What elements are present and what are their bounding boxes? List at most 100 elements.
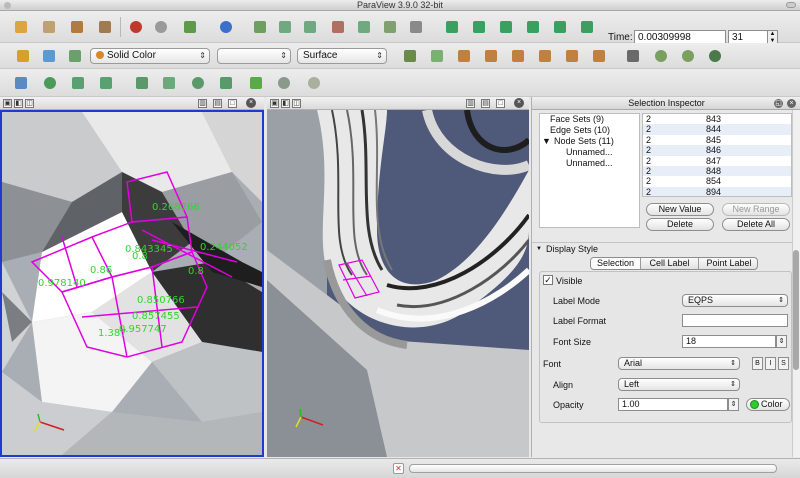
window-toolbar-toggle[interactable]	[786, 2, 796, 8]
render-canvas-left[interactable]: 0.268266 0.843345 0.244052 0.86 0.978140…	[2, 112, 262, 455]
opacity-input[interactable]: 1.00	[618, 398, 728, 411]
last-frame-icon[interactable]	[551, 18, 569, 36]
next-frame-icon[interactable]	[524, 18, 542, 36]
view-options-icon[interactable]: ▣	[3, 99, 12, 108]
group-datasets-icon[interactable]	[275, 74, 293, 92]
calculator-icon[interactable]	[12, 74, 30, 92]
tree-item[interactable]: Node Sets (11)	[554, 136, 614, 146]
close-view-button[interactable]: ×	[246, 98, 256, 108]
split-vertical-button[interactable]: ▤	[481, 99, 490, 108]
view-camera-icon[interactable]: ◧	[281, 99, 290, 108]
table-row[interactable]: 2 848	[643, 165, 791, 177]
color-by-select[interactable]: Solid Color ⇕	[90, 48, 210, 64]
label-mode-select[interactable]: EQPS ⇕	[682, 294, 788, 307]
selection-table[interactable]: 2 843 2 844 2 845 2 846 2 847 2 848 2 854 2 894	[642, 113, 792, 197]
rotation-center-icon[interactable]	[706, 47, 724, 65]
view-capture-icon[interactable]: ◫	[292, 99, 301, 108]
color-map-icon[interactable]	[14, 47, 32, 65]
slice-icon[interactable]	[97, 74, 115, 92]
redo-icon[interactable]	[152, 18, 170, 36]
table-row[interactable]: 2 846	[643, 145, 791, 156]
table-row[interactable]: 2 854	[643, 176, 791, 186]
delete-all-button[interactable]: Delete All	[722, 218, 790, 231]
abort-icon[interactable]: ✕	[393, 463, 404, 474]
load-state-icon[interactable]	[96, 18, 114, 36]
tree-item[interactable]: Unnamed...	[566, 147, 613, 157]
table-row[interactable]: 2 843	[643, 114, 791, 124]
pick-center-toggle-icon[interactable]	[679, 47, 697, 65]
save-state-icon[interactable]	[68, 18, 86, 36]
rescale-range-icon[interactable]	[66, 47, 84, 65]
table-row[interactable]: 2 894	[643, 186, 791, 196]
tree-expand-icon[interactable]: ▼	[542, 136, 551, 146]
font-size-input[interactable]: 18	[682, 335, 776, 348]
table-row[interactable]: 2 844	[643, 124, 791, 135]
camera-undo-icon[interactable]	[181, 18, 199, 36]
view-options-icon[interactable]: ▣	[270, 99, 279, 108]
table-row[interactable]: 2 845	[643, 135, 791, 145]
view-camera-icon[interactable]: ◧	[14, 99, 23, 108]
select-frustum-icon[interactable]	[329, 18, 347, 36]
select-cells-icon[interactable]	[276, 18, 294, 36]
tab-selection[interactable]: Selection	[591, 258, 641, 269]
italic-button[interactable]: I	[765, 357, 776, 370]
view-capture-icon[interactable]: ◫	[25, 99, 34, 108]
delete-button[interactable]: Delete	[646, 218, 714, 231]
contour-icon[interactable]	[41, 74, 59, 92]
undo-icon[interactable]	[127, 18, 145, 36]
clip-icon[interactable]	[69, 74, 87, 92]
view-plus-x-icon[interactable]	[455, 47, 473, 65]
view-minus-y-icon[interactable]	[536, 47, 554, 65]
maximize-view-button[interactable]: □	[496, 99, 505, 108]
select-block-icon[interactable]	[355, 18, 373, 36]
new-value-button[interactable]: New Value	[646, 203, 714, 216]
reset-center-icon[interactable]	[652, 47, 670, 65]
label-format-input[interactable]	[682, 314, 788, 327]
pick-center-icon[interactable]	[407, 18, 425, 36]
align-select[interactable]: Left ⇕	[618, 378, 740, 391]
new-range-button[interactable]: New Range	[722, 203, 790, 216]
warp-vector-icon[interactable]	[247, 74, 265, 92]
split-horizontal-button[interactable]: ▥	[466, 99, 475, 108]
view-minus-x-icon[interactable]	[482, 47, 500, 65]
tab-cell-label[interactable]: Cell Label	[641, 258, 699, 269]
stream-tracer-icon[interactable]	[217, 74, 235, 92]
tab-point-label[interactable]: Point Label	[699, 258, 757, 269]
close-view-button[interactable]: ×	[514, 98, 524, 108]
table-row[interactable]: 2 847	[643, 156, 791, 166]
threshold-icon[interactable]	[133, 74, 151, 92]
view-minus-z-icon[interactable]	[590, 47, 608, 65]
split-horizontal-button[interactable]: ▥	[198, 99, 207, 108]
view-plus-z-icon[interactable]	[563, 47, 581, 65]
opacity-spinner[interactable]: ⇕	[728, 398, 739, 411]
loop-icon[interactable]	[578, 18, 596, 36]
save-data-icon[interactable]	[40, 18, 58, 36]
panel-float-button[interactable]: ◱	[774, 99, 783, 108]
bold-button[interactable]: B	[752, 357, 763, 370]
help-icon[interactable]	[217, 18, 235, 36]
glyph-icon[interactable]	[189, 74, 207, 92]
visible-checkbox[interactable]: ✓	[543, 275, 553, 285]
split-vertical-button[interactable]: ▤	[213, 99, 222, 108]
window-close-button[interactable]	[4, 2, 11, 9]
render-view-left[interactable]: 0.268266 0.843345 0.244052 0.86 0.978140…	[0, 110, 264, 457]
select-points-on-icon[interactable]	[381, 18, 399, 36]
representation-select[interactable]: Surface ⇕	[297, 48, 387, 64]
tree-item[interactable]: Edge Sets (10)	[550, 125, 610, 135]
shadow-button[interactable]: S	[778, 357, 789, 370]
extract-level-icon[interactable]	[305, 74, 323, 92]
panel-close-button[interactable]: ×	[787, 99, 796, 108]
extract-subset-icon[interactable]	[160, 74, 178, 92]
zoom-to-data-icon[interactable]	[428, 47, 446, 65]
interact-icon[interactable]	[251, 18, 269, 36]
maximize-view-button[interactable]: □	[228, 99, 237, 108]
block-tree[interactable]: Face Sets (9) Edge Sets (10) ▼ Node Sets…	[539, 113, 640, 228]
tree-item[interactable]: Face Sets (9)	[550, 114, 604, 124]
color-legend-icon[interactable]	[40, 47, 58, 65]
display-style-header[interactable]: Display Style	[532, 242, 800, 255]
font-size-spinner[interactable]: ⇕	[776, 335, 787, 348]
select-points-icon[interactable]	[301, 18, 319, 36]
first-frame-icon[interactable]	[443, 18, 461, 36]
play-icon[interactable]	[497, 18, 515, 36]
open-file-icon[interactable]	[12, 18, 30, 36]
